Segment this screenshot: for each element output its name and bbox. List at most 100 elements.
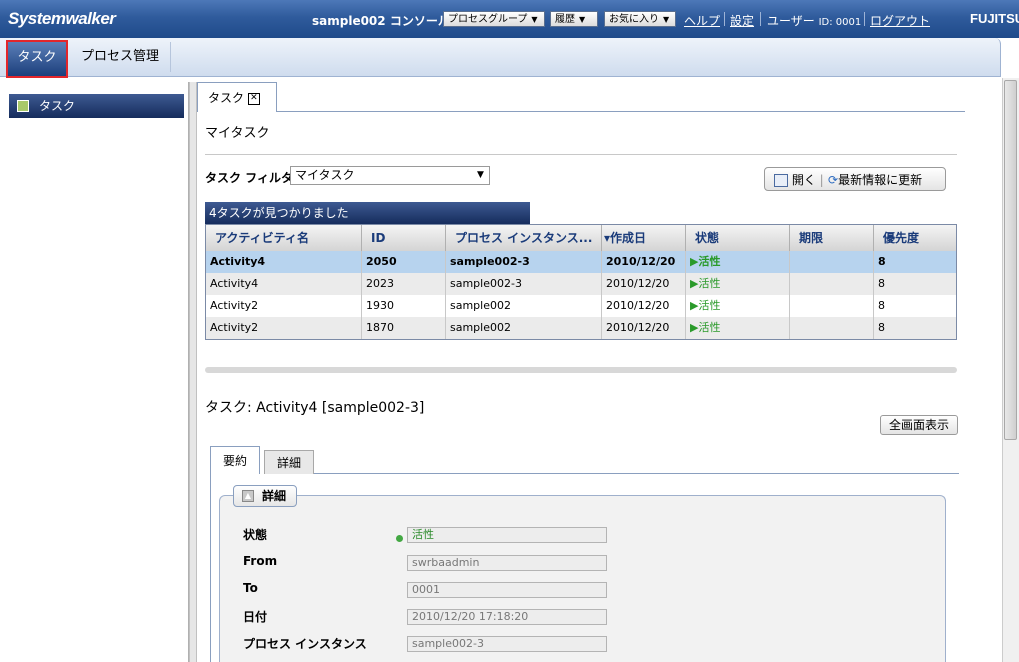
field-label-status: 状態 (243, 528, 268, 542)
cell-created: 2010/12/20 (602, 317, 686, 339)
console-title: sample002 コンソール (312, 14, 450, 28)
fullscreen-button[interactable]: 全画面表示 (880, 415, 958, 435)
task-filter-label: タスク フィルタ (205, 171, 293, 185)
column-header-id[interactable]: ID (362, 225, 446, 251)
cell-due (790, 295, 874, 317)
task-detail-title: タスク: Activity4 [sample002-3] (205, 400, 425, 416)
cell-status: ▶活性 (686, 317, 790, 339)
tab-underline (277, 111, 965, 112)
field-value-to: 0001 (407, 582, 607, 598)
refresh-label: 最新情報に更新 (838, 173, 923, 187)
cell-due (790, 317, 874, 339)
cell-activity: Activity4 (206, 251, 362, 273)
results-count-bar: 4タスクが見つかりました (205, 202, 530, 224)
cell-created: 2010/12/20 (602, 295, 686, 317)
field-label-to: To (243, 581, 258, 595)
table-row[interactable]: Activity2 1930 sample002 2010/12/20 ▶活性 … (206, 295, 956, 317)
logout-link[interactable]: ログアウト (870, 12, 930, 29)
settings-link[interactable]: 設定 (730, 12, 754, 29)
cell-instance: sample002 (446, 317, 602, 339)
collapse-icon[interactable]: ▲ (242, 490, 254, 502)
cell-status: ▶活性 (686, 273, 790, 295)
horizontal-splitter[interactable] (205, 367, 957, 373)
cell-activity: Activity2 (206, 295, 362, 317)
sidebar (2, 82, 189, 662)
favorites-dropdown[interactable]: お気に入り ▼ (604, 11, 676, 27)
cell-id: 2050 (362, 251, 446, 273)
cell-id: 1930 (362, 295, 446, 317)
tab-process-management[interactable]: プロセス管理 (70, 42, 171, 72)
chevron-down-icon: ▼ (477, 170, 484, 180)
task-filter-select[interactable]: マイタスク (290, 166, 490, 185)
status-dot-icon (396, 535, 403, 542)
task-icon (17, 100, 29, 112)
fujitsu-logo: FUJITSU (970, 11, 1019, 26)
chevron-down-icon: ▼ (579, 15, 586, 24)
help-link[interactable]: ヘルプ (684, 12, 720, 29)
cell-due (790, 273, 874, 295)
cell-priority: 8 (878, 277, 885, 290)
open-label: 開く (791, 173, 816, 187)
table-row[interactable]: Activity4 2050 sample002-3 2010/12/20 ▶活… (206, 251, 956, 273)
cell-instance: sample002-3 (446, 251, 602, 273)
cell-activity: Activity4 (206, 273, 362, 295)
page-title: マイタスク (205, 126, 270, 141)
field-label-instance: プロセス インスタンス (243, 637, 367, 651)
history-dropdown[interactable]: 履歴 ▼ (550, 11, 598, 27)
cell-priority: 8 (878, 299, 885, 312)
column-header-due[interactable]: 期限 (790, 225, 874, 251)
history-label: 履歴 (555, 14, 575, 25)
chevron-down-icon: ▼ (531, 15, 538, 24)
close-icon[interactable]: ✕ (247, 92, 260, 105)
header-divider (760, 12, 761, 26)
user-label: ユーザー ID: 0001 (767, 14, 862, 28)
column-header-activity[interactable]: アクティビティ名 (206, 225, 362, 251)
refresh-button[interactable]: ⟳最新情報に更新 (828, 171, 922, 188)
tab-task[interactable]: タスク (6, 40, 68, 78)
header-divider (724, 12, 725, 26)
field-value-from: swrbaadmin (407, 555, 607, 571)
cell-due (790, 251, 874, 273)
cell-status: ▶活性 (686, 251, 790, 273)
cell-instance: sample002 (446, 295, 602, 317)
chevron-down-icon: ▼ (663, 15, 670, 24)
tab-summary[interactable]: 要約 (210, 446, 260, 474)
systemwalker-logo: Systemwalker (8, 9, 116, 28)
cell-created: 2010/12/20 (602, 251, 686, 273)
process-group-dropdown[interactable]: プロセスグループ ▼ (443, 11, 545, 27)
task-table: アクティビティ名 ID プロセス インスタンス... ▾作成日 状態 期限 優先… (205, 224, 957, 340)
divider (205, 154, 957, 155)
column-header-priority[interactable]: 優先度 (874, 225, 956, 251)
process-group-label: プロセスグループ (448, 14, 528, 25)
cell-instance: sample002-3 (446, 273, 602, 295)
panel-splitter[interactable] (189, 82, 197, 662)
open-icon (774, 174, 788, 187)
button-divider: | (819, 173, 824, 187)
field-value-status: 活性 (407, 527, 607, 543)
cell-created: 2010/12/20 (602, 273, 686, 295)
open-button[interactable]: 開く | (774, 171, 824, 188)
cell-activity: Activity2 (206, 317, 362, 339)
table-row[interactable]: Activity4 2023 sample002-3 2010/12/20 ▶活… (206, 273, 956, 295)
user-id: ID: 0001 (818, 17, 862, 28)
cell-id: 2023 (362, 273, 446, 295)
field-value-date: 2010/12/20 17:18:20 (407, 609, 607, 625)
tab-detail[interactable]: 詳細 (264, 450, 314, 474)
refresh-icon: ⟳ (828, 173, 839, 187)
scrollbar-thumb[interactable] (1004, 80, 1017, 440)
cell-id: 1870 (362, 317, 446, 339)
column-header-instance[interactable]: プロセス インスタンス... (446, 225, 602, 251)
cell-priority: 8 (878, 321, 885, 334)
header-divider (864, 12, 865, 26)
sidebar-item-task[interactable]: タスク (9, 94, 184, 118)
column-header-created[interactable]: ▾作成日 (602, 225, 686, 251)
field-label-from: From (243, 554, 278, 568)
content-tab-task[interactable]: タスク ✕ (197, 82, 277, 112)
content-tab-label: タスク (208, 91, 245, 105)
column-header-status[interactable]: 状態 (686, 225, 790, 251)
field-label-date: 日付 (243, 610, 268, 624)
cell-status: ▶活性 (686, 295, 790, 317)
field-value-instance: sample002-3 (407, 636, 607, 652)
table-row[interactable]: Activity2 1870 sample002 2010/12/20 ▶活性 … (206, 317, 956, 339)
cell-priority: 8 (878, 255, 886, 268)
